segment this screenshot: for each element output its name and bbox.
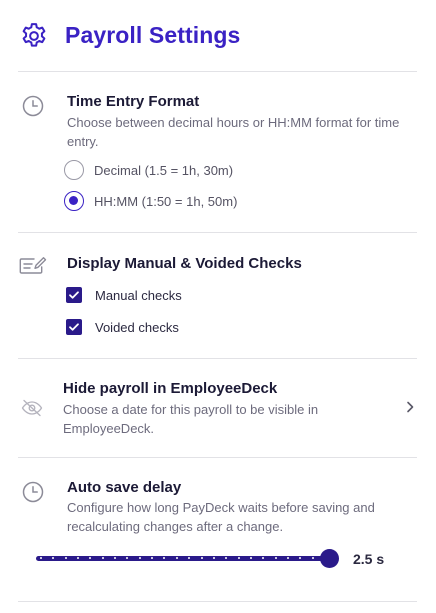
slider-tick: [212, 557, 215, 559]
slider-tick: [262, 557, 265, 559]
slider-tick: [77, 557, 80, 559]
hide-payroll-description: Choose a date for this payroll to be vis…: [63, 402, 319, 436]
radio-button[interactable]: [64, 160, 84, 180]
radio-dot: [69, 196, 78, 205]
chevron-right-icon[interactable]: [404, 400, 416, 414]
checkmark-icon: [69, 323, 79, 331]
divider: [18, 232, 417, 233]
voided-checks-label: Voided checks: [95, 319, 179, 335]
slider-tick: [101, 557, 104, 559]
radio-hhmm[interactable]: HH:MM (1:50 = 1h, 50m): [64, 190, 237, 212]
clock-icon: [22, 481, 44, 503]
slider-tick: [237, 557, 240, 559]
divider: [18, 457, 417, 458]
divider: [18, 71, 417, 72]
slider-tick: [40, 557, 42, 559]
slider-tick: [175, 557, 178, 559]
auto-save-title: Auto save delay: [67, 479, 182, 496]
slider-tick: [274, 557, 277, 559]
slider-tick: [200, 557, 203, 559]
voided-checks-option[interactable]: Voided checks: [66, 318, 179, 336]
slider-tick: [311, 557, 314, 559]
slider-tick: [286, 557, 289, 559]
slider-tick: [89, 557, 92, 559]
radio-hhmm-label: HH:MM (1:50 = 1h, 50m): [94, 193, 238, 209]
gear-icon: [22, 23, 46, 47]
checks-title: Display Manual & Voided Checks: [67, 255, 302, 272]
slider-value: 2.5 s: [353, 551, 385, 567]
page-header: Payroll Settings: [0, 0, 436, 72]
slider-tick: [163, 557, 166, 559]
auto-save-description: Configure how long PayDeck waits before …: [67, 500, 375, 534]
divider: [18, 601, 417, 602]
manual-checks-checkbox[interactable]: [66, 287, 82, 303]
voided-checks-checkbox[interactable]: [66, 319, 82, 335]
slider-tick: [151, 557, 154, 559]
page-title: Payroll Settings: [65, 22, 241, 48]
time-entry-title: Time Entry Format: [67, 93, 200, 110]
slider-tick: [249, 557, 252, 559]
slider-tick: [225, 557, 228, 559]
slider-tick: [126, 557, 129, 559]
slider-ticks: [40, 557, 326, 560]
radio-decimal-label: Decimal (1.5 = 1h, 30m): [94, 162, 234, 178]
manual-checks-label: Manual checks: [95, 287, 182, 303]
time-entry-description: Choose between decimal hours or HH:MM fo…: [67, 115, 400, 149]
slider-tick: [52, 557, 55, 559]
clock-icon: [22, 95, 44, 117]
slider-tick: [299, 557, 302, 559]
auto-save-slider[interactable]: [36, 549, 339, 569]
check-edit-icon: [19, 257, 47, 274]
slider-tick: [138, 557, 141, 559]
eye-off-icon: [21, 399, 43, 417]
slider-thumb[interactable]: [320, 549, 339, 568]
checkmark-icon: [69, 291, 79, 299]
slider-tick: [64, 557, 67, 559]
slider-tick: [188, 557, 191, 559]
radio-button-selected[interactable]: [64, 191, 84, 211]
manual-checks-option[interactable]: Manual checks: [66, 286, 182, 304]
hide-payroll-title: Hide payroll in EmployeeDeck: [63, 380, 278, 397]
radio-decimal[interactable]: Decimal (1.5 = 1h, 30m): [64, 159, 233, 181]
slider-tick: [114, 557, 117, 559]
